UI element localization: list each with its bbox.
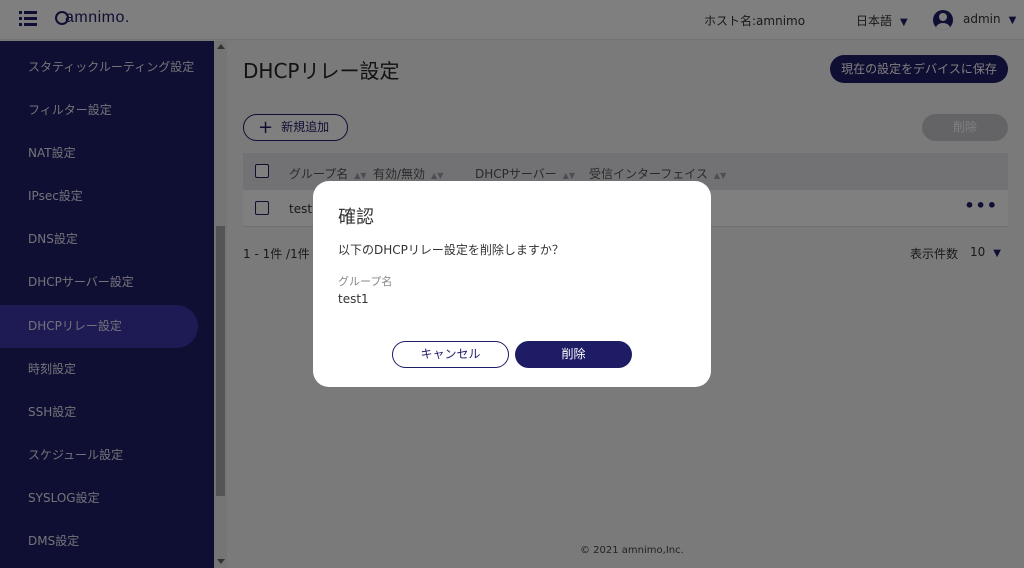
dialog-field-label: グループ名 (338, 275, 393, 288)
confirm-delete-button[interactable]: 削除 (515, 341, 632, 368)
cancel-button[interactable]: キャンセル (392, 341, 509, 368)
dialog-message: 以下のDHCPリレー設定を削除しますか？ (338, 243, 564, 257)
confirm-delete-dialog: 確認 以下のDHCPリレー設定を削除しますか？ グループ名 test1 キャンセ… (313, 181, 711, 387)
dialog-field-value: test1 (338, 292, 369, 306)
dialog-title: 確認 (338, 207, 374, 228)
